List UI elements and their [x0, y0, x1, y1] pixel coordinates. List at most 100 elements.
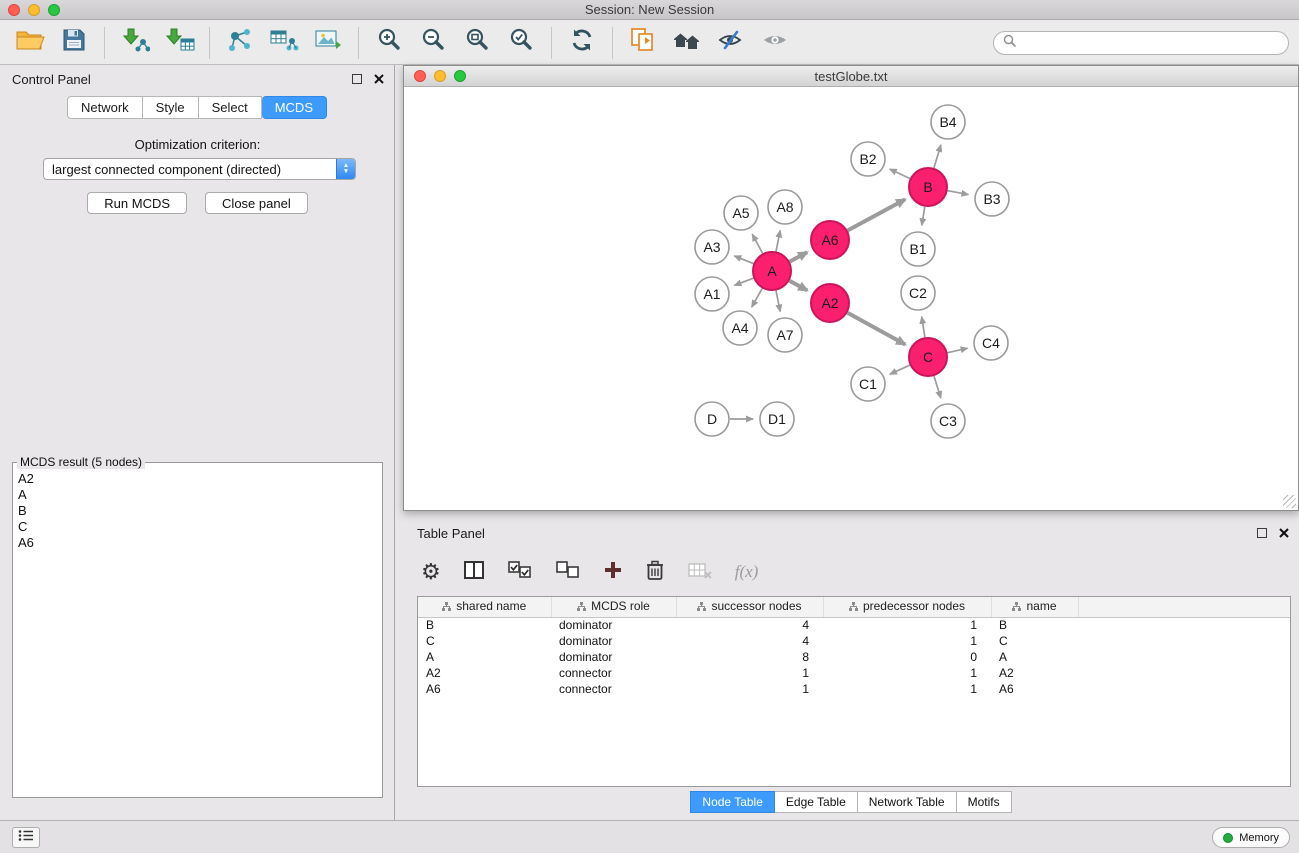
maximize-window-button[interactable] — [48, 4, 60, 16]
node-B[interactable]: B — [909, 168, 947, 206]
memory-button[interactable]: Memory — [1212, 827, 1290, 848]
run-mcds-button[interactable]: Run MCDS — [87, 192, 187, 214]
result-item-a6[interactable]: A6 — [18, 535, 377, 551]
node-A4[interactable]: A4 — [723, 311, 757, 345]
cell[interactable]: B — [418, 617, 551, 633]
network-minimize-button[interactable] — [434, 70, 446, 82]
tab-style[interactable]: Style — [143, 96, 199, 119]
function-builder-icon[interactable]: f(x) — [735, 562, 759, 582]
optimization-criterion-dropdown[interactable]: largest connected component (directed) ▲… — [43, 158, 356, 180]
save-session-button[interactable] — [54, 24, 94, 62]
column-header-shared-name[interactable]: shared name — [418, 597, 551, 617]
node-D1[interactable]: D1 — [760, 402, 794, 436]
edge-C-C2[interactable] — [922, 317, 925, 338]
result-item-a2[interactable]: A2 — [18, 471, 377, 487]
create-column-plus-icon[interactable] — [603, 560, 623, 585]
table-row-a[interactable]: Adominator80A — [418, 649, 1290, 665]
float-panel-icon[interactable] — [352, 74, 362, 84]
cell[interactable]: connector — [551, 665, 676, 681]
edge-A-A1[interactable] — [734, 278, 753, 285]
edge-A-A8[interactable] — [776, 231, 780, 252]
edge-A-A5[interactable] — [752, 234, 762, 253]
node-B3[interactable]: B3 — [975, 182, 1009, 216]
cell[interactable]: dominator — [551, 649, 676, 665]
column-header-name[interactable]: name — [991, 597, 1078, 617]
search-input[interactable] — [1021, 35, 1279, 50]
cell[interactable]: 4 — [676, 633, 823, 649]
edge-B-B4[interactable] — [934, 145, 941, 168]
edge-B-B2[interactable] — [890, 169, 910, 178]
cell[interactable]: A2 — [418, 665, 551, 681]
node-C3[interactable]: C3 — [931, 404, 965, 438]
edge-A-A2[interactable] — [790, 281, 808, 291]
cell[interactable]: 1 — [823, 633, 991, 649]
minimize-window-button[interactable] — [28, 4, 40, 16]
cell[interactable]: dominator — [551, 617, 676, 633]
edge-B-B3[interactable] — [948, 191, 969, 195]
edge-A-A7[interactable] — [776, 291, 780, 312]
edge-A-A4[interactable] — [752, 288, 763, 307]
node-D[interactable]: D — [695, 402, 729, 436]
node-C[interactable]: C — [909, 338, 947, 376]
tab-node-table[interactable]: Node Table — [690, 791, 775, 813]
cell[interactable]: 1 — [823, 665, 991, 681]
close-panel-icon[interactable] — [374, 72, 384, 87]
cell[interactable]: 1 — [676, 681, 823, 697]
zoom-in-button[interactable] — [369, 24, 409, 62]
column-header-MCDS-role[interactable]: MCDS role — [551, 597, 676, 617]
cell[interactable]: 1 — [676, 665, 823, 681]
column-layout-icon[interactable] — [463, 560, 485, 585]
edge-C-C1[interactable] — [890, 365, 910, 374]
node-C1[interactable]: C1 — [851, 367, 885, 401]
table-row-a6[interactable]: A6connector11A6 — [418, 681, 1290, 697]
tab-edge-table[interactable]: Edge Table — [775, 791, 858, 813]
edge-A2-C[interactable] — [848, 313, 906, 345]
cell[interactable]: 1 — [823, 617, 991, 633]
network-close-button[interactable] — [414, 70, 426, 82]
node-A2[interactable]: A2 — [811, 284, 849, 322]
unselect-all-columns-icon[interactable] — [555, 560, 581, 585]
apply-layout-button[interactable] — [562, 24, 602, 62]
node-A3[interactable]: A3 — [695, 230, 729, 264]
float-panel-icon[interactable] — [1257, 528, 1267, 538]
node-A6[interactable]: A6 — [811, 221, 849, 259]
cell[interactable]: connector — [551, 681, 676, 697]
delete-table-icon[interactable] — [687, 560, 713, 585]
delete-column-trash-icon[interactable] — [645, 559, 665, 586]
node-B1[interactable]: B1 — [901, 232, 935, 266]
cell[interactable]: C — [418, 633, 551, 649]
new-network-table-button[interactable] — [264, 24, 304, 62]
node-A[interactable]: A — [753, 252, 791, 290]
cell[interactable]: A — [418, 649, 551, 665]
close-window-button[interactable] — [8, 4, 20, 16]
cell[interactable]: B — [991, 617, 1078, 633]
cell[interactable]: C — [991, 633, 1078, 649]
task-history-button[interactable] — [12, 827, 40, 848]
edge-A-A3[interactable] — [734, 256, 753, 264]
export-image-button[interactable] — [308, 24, 348, 62]
table-row-c[interactable]: Cdominator41C — [418, 633, 1290, 649]
table-row-a2[interactable]: A2connector11A2 — [418, 665, 1290, 681]
show-graphics-button[interactable] — [755, 24, 795, 62]
cell[interactable]: A2 — [991, 665, 1078, 681]
network-canvas[interactable]: B4B2BB3A5A8A6B1A3AC2A1A2A4A7C1CC4C3DD1 — [405, 88, 1297, 509]
cell[interactable]: dominator — [551, 633, 676, 649]
edge-A6-B[interactable] — [848, 199, 906, 230]
node-A1[interactable]: A1 — [695, 277, 729, 311]
cell[interactable]: 0 — [823, 649, 991, 665]
node-C4[interactable]: C4 — [974, 326, 1008, 360]
cell[interactable]: 8 — [676, 649, 823, 665]
close-panel-button[interactable]: Close panel — [205, 192, 308, 214]
table-row-b[interactable]: Bdominator41B — [418, 617, 1290, 633]
column-header-predecessor-nodes[interactable]: predecessor nodes — [823, 597, 991, 617]
import-table-button[interactable] — [159, 24, 199, 62]
cell[interactable]: A6 — [418, 681, 551, 697]
node-A7[interactable]: A7 — [768, 318, 802, 352]
cell[interactable]: 4 — [676, 617, 823, 633]
zoom-fit-button[interactable] — [457, 24, 497, 62]
tab-select[interactable]: Select — [199, 96, 262, 119]
zoom-out-button[interactable] — [413, 24, 453, 62]
node-C2[interactable]: C2 — [901, 276, 935, 310]
open-session-button[interactable] — [10, 24, 50, 62]
select-all-columns-icon[interactable] — [507, 560, 533, 585]
